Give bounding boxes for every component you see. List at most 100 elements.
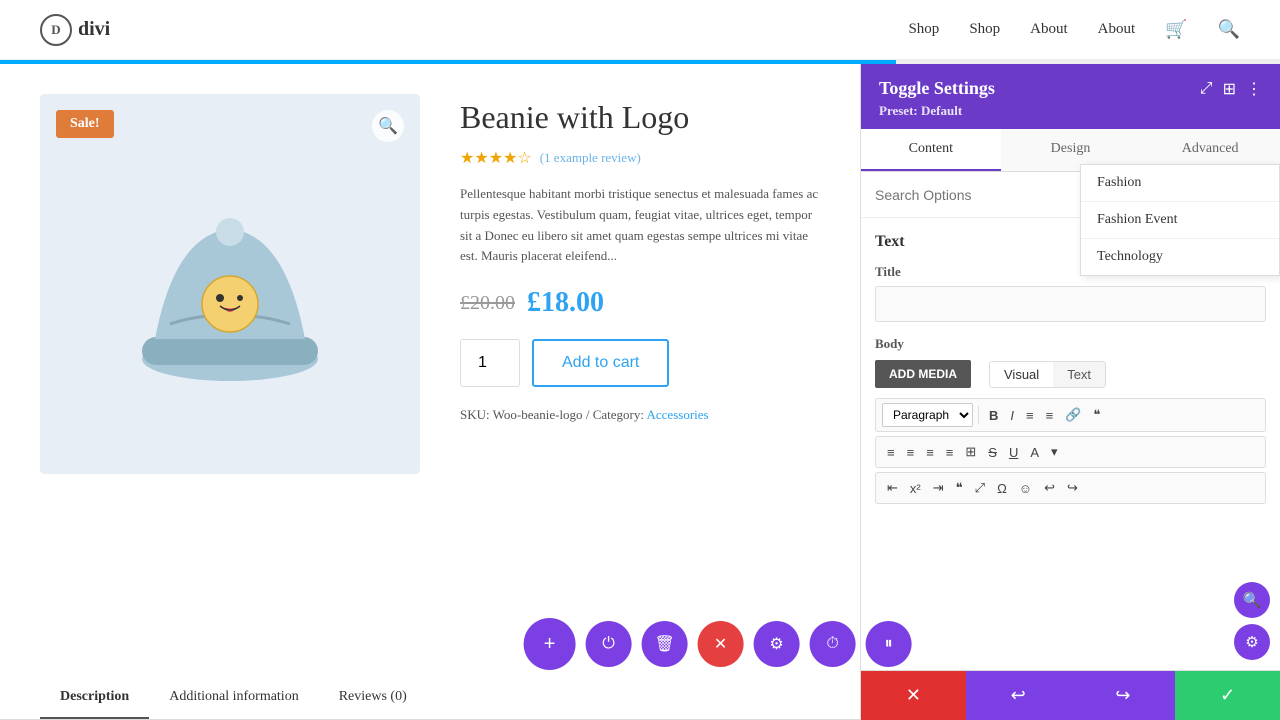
original-price: £20.00 [460,292,515,315]
paragraph-select[interactable]: Paragraph [882,403,973,427]
format-bar-3: ⇤ x² ⇥ ❝ ⤢ Ω ☺ ↩ ↪ [875,472,1266,504]
toolbar-add-btn[interactable]: + [524,618,576,670]
color-btn[interactable]: A [1025,442,1044,463]
toolbar-settings-btn[interactable]: ⚙ [754,621,800,667]
emoji-btn[interactable]: ☺ [1014,478,1037,499]
product-description: Pellentesque habitant morbi tristique se… [460,184,820,267]
visual-text-tabs: Visual Text [989,361,1106,388]
underline-btn[interactable]: U [1004,442,1023,463]
sale-badge: Sale! [56,110,114,138]
price-row: £20.00 £18.00 [460,287,820,319]
bottom-right-icons: 🔍 ⚙ [1234,582,1270,660]
nav-shop-2[interactable]: Shop [969,21,1000,38]
panel-title: Toggle Settings [879,78,995,99]
add-media-button[interactable]: ADD MEDIA [875,360,971,388]
cart-icon[interactable]: 🛒 [1165,19,1187,40]
title-input[interactable] [875,286,1266,322]
nav-about-2[interactable]: About [1098,21,1136,38]
blockquote-btn[interactable]: ❝ [1088,404,1105,426]
sale-price: £18.00 [527,287,604,319]
toolbar-timer-btn[interactable]: ⏱ [810,621,856,667]
logo[interactable]: D divi [40,14,110,46]
indent-block-btn[interactable]: ❝ [951,477,968,499]
panel-split-icon[interactable]: ⊞ [1223,79,1236,99]
product-info: Beanie with Logo ★★★★☆ (1 example review… [460,94,820,474]
panel-tab-content[interactable]: Content [861,129,1001,171]
ul-btn[interactable]: ≡ [1021,405,1039,426]
omega-btn[interactable]: Ω [992,478,1012,499]
panel-more-icon[interactable]: ⋮ [1246,79,1262,99]
panel-undo-btn[interactable]: ↩ [966,671,1071,720]
dropdown-item-fashion-event[interactable]: Fashion Event [1081,202,1279,239]
product-image-container: Sale! 🔍 [40,94,420,474]
superscript-btn[interactable]: x² [905,478,926,499]
ol-btn[interactable]: ≡ [1041,405,1059,426]
format-bar: Paragraph B I ≡ ≡ 🔗 ❝ [875,398,1266,432]
panel-header: Toggle Settings ⤢ ⊞ ⋮ Preset: Default [861,64,1280,129]
fullscreen-btn[interactable]: ⤢ [970,477,990,499]
tab-description[interactable]: Description [40,677,149,719]
dropdown-item-technology[interactable]: Technology [1081,239,1279,275]
panel-confirm-btn[interactable]: ✓ [1175,671,1280,720]
toolbar-delete-btn[interactable]: 🗑 [642,621,688,667]
toolbar-power-btn[interactable]: ⏻ [586,621,632,667]
product-image-svg [120,174,340,394]
align-right-btn[interactable]: ≡ [921,442,939,463]
table-btn[interactable]: ⊞ [960,441,981,463]
rating-stars: ★★★★☆ [460,148,532,168]
tabs-row: Description Additional information Revie… [0,677,860,720]
floating-toolbar: + ⏻ 🗑 ✕ ⚙ ⏱ ⏸ [524,618,860,670]
top-nav: D divi Shop Shop About About 🛒 🔍 [0,0,1280,60]
bold-btn[interactable]: B [984,405,1003,426]
toolbar-close-btn[interactable]: ✕ [698,621,744,667]
main-area: Sale! 🔍 [0,64,1280,720]
strikethrough-btn[interactable]: S [983,442,1002,463]
product-image-box: Sale! 🔍 [40,94,420,474]
tab-reviews[interactable]: Reviews (0) [319,677,427,719]
dropdown-panel: Fashion Fashion Event Technology [1080,164,1280,276]
br-settings-icon[interactable]: ⚙ [1234,624,1270,660]
panel-redo-btn[interactable]: ↪ [1071,671,1176,720]
link-btn[interactable]: 🔗 [1060,404,1086,426]
panel-body: Text ∧ ⋮ Title Body ADD MEDIA Visual Tex… [861,218,1280,670]
sku-row: SKU: Woo-beanie-logo / Category: Accesso… [460,407,820,423]
redo-btn[interactable]: ↪ [1062,477,1083,499]
divider-1 [978,406,979,424]
sku-label: SKU: [460,407,490,422]
align-left-btn[interactable]: ≡ [882,442,900,463]
indent-less-btn[interactable]: ⇤ [882,477,903,499]
italic-btn[interactable]: I [1005,405,1019,426]
qty-input[interactable] [460,339,520,387]
panel-expand-icon[interactable]: ⤢ [1200,80,1213,98]
panel-preset: Preset: Default [879,103,1262,119]
color-picker-btn[interactable]: ▾ [1046,441,1063,463]
search-icon[interactable]: 🔍 [1218,19,1240,40]
sku-value: Woo-beanie-logo [493,407,583,422]
product-page: Sale! 🔍 [0,64,860,720]
br-search-icon[interactable]: 🔍 [1234,582,1270,618]
align-center-btn[interactable]: ≡ [902,442,920,463]
add-to-cart-button[interactable]: Add to cart [532,339,669,387]
preset-value[interactable]: Default [921,103,962,118]
format-bar-2: ≡ ≡ ≡ ≡ ⊞ S U A ▾ [875,436,1266,468]
rating-link[interactable]: (1 example review) [540,150,641,166]
product-title: Beanie with Logo [460,99,820,136]
preset-label: Preset: [879,103,918,118]
section-title: Text [875,233,905,251]
panel-cancel-btn[interactable]: ✕ [861,671,966,720]
rating-row: ★★★★☆ (1 example review) [460,148,820,168]
category-label: Category: [593,407,644,422]
tab-additional-info[interactable]: Additional information [149,677,318,719]
nav-shop-1[interactable]: Shop [908,21,939,38]
nav-about-1[interactable]: About [1030,21,1068,38]
justify-btn[interactable]: ≡ [941,442,959,463]
right-panel: Toggle Settings ⤢ ⊞ ⋮ Preset: Default Co… [860,64,1280,720]
category-link[interactable]: Accessories [647,407,709,422]
zoom-icon[interactable]: 🔍 [372,110,404,142]
dropdown-item-fashion[interactable]: Fashion [1081,165,1279,202]
text-tab[interactable]: Text [1053,362,1105,387]
visual-tab[interactable]: Visual [990,362,1053,387]
indent-more-btn[interactable]: ⇥ [928,477,949,499]
undo-btn[interactable]: ↩ [1039,477,1060,499]
panel-header-icons: ⤢ ⊞ ⋮ [1200,79,1262,99]
